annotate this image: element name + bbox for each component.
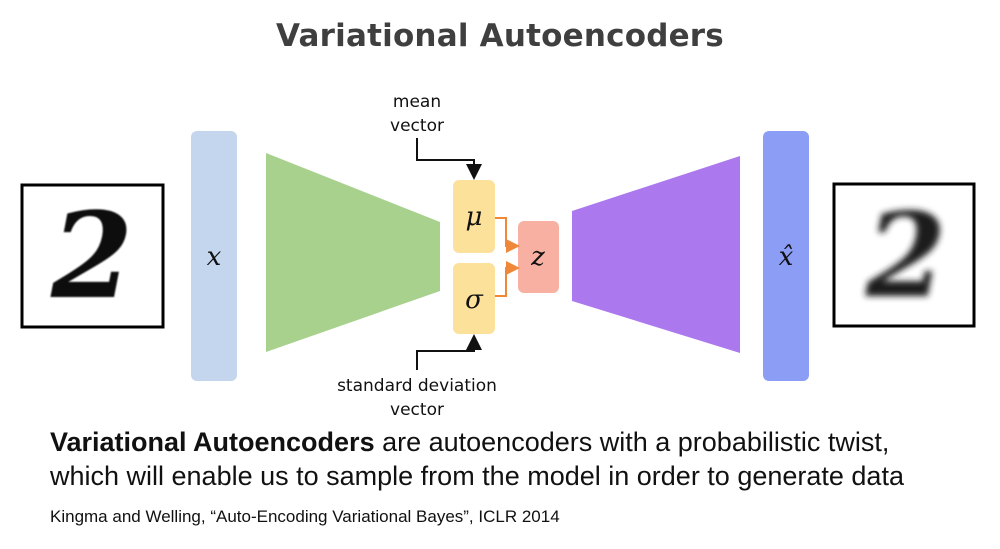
output-image: 2	[832, 182, 976, 328]
input-symbol: x	[207, 242, 222, 272]
mu-sigma-to-z-arrows	[495, 217, 520, 297]
std-symbol: σ	[465, 285, 484, 315]
output-symbol: x̂	[779, 242, 794, 272]
citation: Kingma and Welling, “Auto-Encoding Varia…	[50, 507, 560, 526]
latent-symbol: z	[530, 242, 545, 272]
encoder-shape	[266, 153, 440, 352]
caption-bold-term: Variational Autoencoders	[50, 427, 375, 457]
mean-label-line1: mean	[393, 92, 441, 112]
std-label-line1: standard deviation	[337, 376, 497, 396]
caption-line-2: which will enable us to sample from the …	[50, 461, 904, 491]
decoder-shape	[572, 156, 740, 353]
input-image: 2	[20, 183, 165, 329]
std-label-line2: vector	[390, 400, 444, 420]
output-digit: 2	[865, 188, 947, 324]
mean-symbol: μ	[466, 202, 483, 232]
mean-label-line2: vector	[390, 116, 444, 136]
vae-diagram: 2 x μ σ z x̂ 2 mean vector standard devi…	[20, 92, 976, 420]
input-digit: 2	[50, 186, 133, 325]
caption-line1-rest: are autoencoders with a probabilistic tw…	[374, 427, 890, 457]
mean-pointer-arrow	[416, 138, 482, 180]
caption: Variational Autoencoders are autoencoder…	[50, 425, 990, 493]
caption-line-1: Variational Autoencoders are autoencoder…	[50, 425, 990, 459]
std-pointer-arrow	[416, 334, 482, 370]
